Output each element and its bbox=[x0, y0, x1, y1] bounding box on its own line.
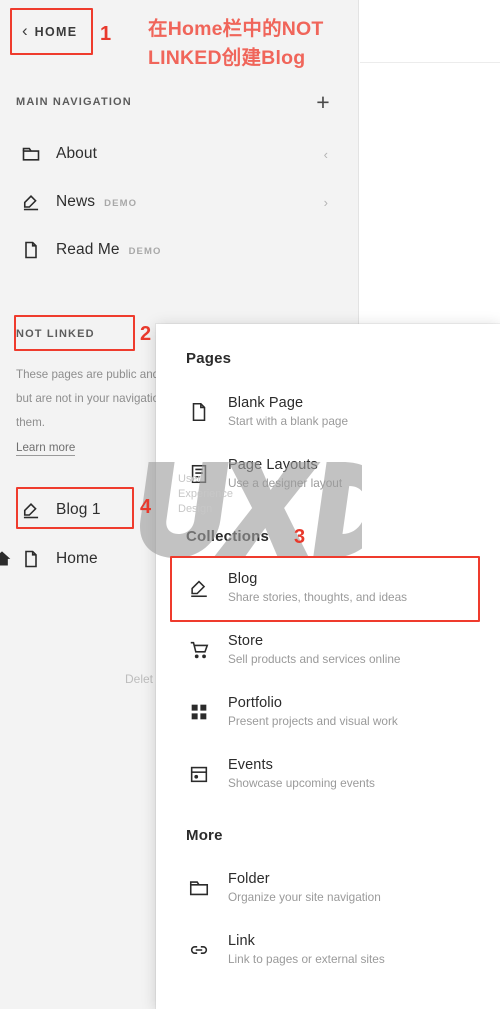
panel-item-title: Store bbox=[228, 633, 264, 649]
chevron-expand-icon[interactable]: › bbox=[324, 196, 328, 209]
panel-item-title: Events bbox=[228, 757, 273, 773]
annotation-number-1: 1 bbox=[100, 23, 112, 45]
panel-item-desc: Use a designer layout bbox=[228, 476, 343, 490]
annotation-box-blog-1 bbox=[16, 487, 134, 529]
panel-item-title: Blank Page bbox=[228, 395, 304, 411]
panel-item-desc: Sell products and services online bbox=[228, 652, 401, 666]
annotation-number-4: 4 bbox=[140, 496, 152, 518]
annotation-number-2: 2 bbox=[140, 323, 152, 345]
page-icon bbox=[20, 239, 42, 261]
annotation-number-3: 3 bbox=[294, 526, 306, 548]
delete-label[interactable]: Delet bbox=[125, 672, 153, 686]
folder-icon bbox=[186, 875, 212, 901]
cart-icon bbox=[186, 637, 212, 663]
panel-item-title: Folder bbox=[228, 871, 270, 887]
annotation-note-line-1: 在Home栏中的NOT bbox=[148, 18, 324, 40]
calendar-icon bbox=[186, 761, 212, 787]
panel-item-store[interactable]: Store Sell products and services online bbox=[172, 624, 484, 676]
panel-heading-pages: Pages bbox=[186, 350, 232, 367]
sidebar-item-label: Home bbox=[56, 550, 98, 567]
learn-more-link[interactable]: Learn more bbox=[16, 441, 76, 456]
page-icon bbox=[186, 399, 212, 425]
panel-item-folder[interactable]: Folder Organize your site navigation bbox=[172, 862, 484, 914]
panel-item-events[interactable]: Events Showcase upcoming events bbox=[172, 748, 484, 800]
home-glyph-icon bbox=[0, 548, 12, 568]
plus-icon[interactable]: + bbox=[312, 91, 334, 114]
panel-item-desc: Start with a blank page bbox=[228, 414, 349, 428]
grid-icon bbox=[186, 699, 212, 725]
panel-item-title: Portfolio bbox=[228, 695, 283, 711]
blog-pen-icon bbox=[20, 191, 42, 213]
watermark-line-1: User bbox=[178, 473, 202, 485]
annotation-note: 在Home栏中的NOT LINKED创建Blog bbox=[148, 15, 363, 73]
sidebar-item-read-me[interactable]: Read Me DEMO bbox=[0, 228, 358, 272]
annotation-box-not-linked bbox=[14, 315, 135, 351]
sidebar-item-label: Read Me bbox=[56, 241, 120, 258]
add-page-panel: Pages Blank Page Start with a blank page… bbox=[156, 324, 500, 1009]
panel-item-desc: Link to pages or external sites bbox=[228, 952, 385, 966]
page-icon bbox=[20, 548, 42, 570]
demo-badge: DEMO bbox=[128, 245, 162, 257]
screen: EDIT ‹ HOME MAIN NAVIGATION + About ‹ bbox=[0, 0, 500, 1009]
panel-item-link[interactable]: Link Link to pages or external sites bbox=[172, 924, 484, 976]
top-bar: EDIT bbox=[360, 0, 500, 63]
panel-item-portfolio[interactable]: Portfolio Present projects and visual wo… bbox=[172, 686, 484, 738]
demo-badge: DEMO bbox=[104, 197, 138, 209]
panel-item-title: Link bbox=[228, 933, 255, 949]
main-navigation-heading: MAIN NAVIGATION bbox=[16, 96, 132, 108]
sidebar-item-news[interactable]: News DEMO › bbox=[0, 180, 358, 224]
sidebar-item-label: About bbox=[56, 145, 98, 162]
panel-item-desc: Showcase upcoming events bbox=[228, 776, 375, 790]
annotation-box-blog-option bbox=[170, 556, 480, 622]
panel-item-title: Page Layouts bbox=[228, 457, 318, 473]
folder-icon bbox=[20, 143, 42, 165]
watermark-line-3: Design bbox=[178, 503, 213, 515]
panel-heading-more: More bbox=[186, 827, 223, 844]
link-icon bbox=[186, 937, 212, 963]
watermark-text: User Experience Design bbox=[178, 472, 233, 517]
annotation-note-line-2: LINKED创建Blog bbox=[148, 47, 306, 69]
panel-item-blank-page[interactable]: Blank Page Start with a blank page bbox=[172, 386, 484, 438]
sidebar-item-about[interactable]: About ‹ bbox=[0, 132, 358, 176]
panel-item-desc: Present projects and visual work bbox=[228, 714, 398, 728]
panel-heading-collections: Collections bbox=[186, 528, 270, 545]
watermark-line-2: Experience bbox=[178, 488, 234, 500]
annotation-box-home bbox=[10, 8, 93, 55]
sidebar-item-label: News bbox=[56, 193, 96, 210]
panel-item-desc: Organize your site navigation bbox=[228, 890, 381, 904]
chevron-collapse-icon[interactable]: ‹ bbox=[324, 148, 328, 161]
